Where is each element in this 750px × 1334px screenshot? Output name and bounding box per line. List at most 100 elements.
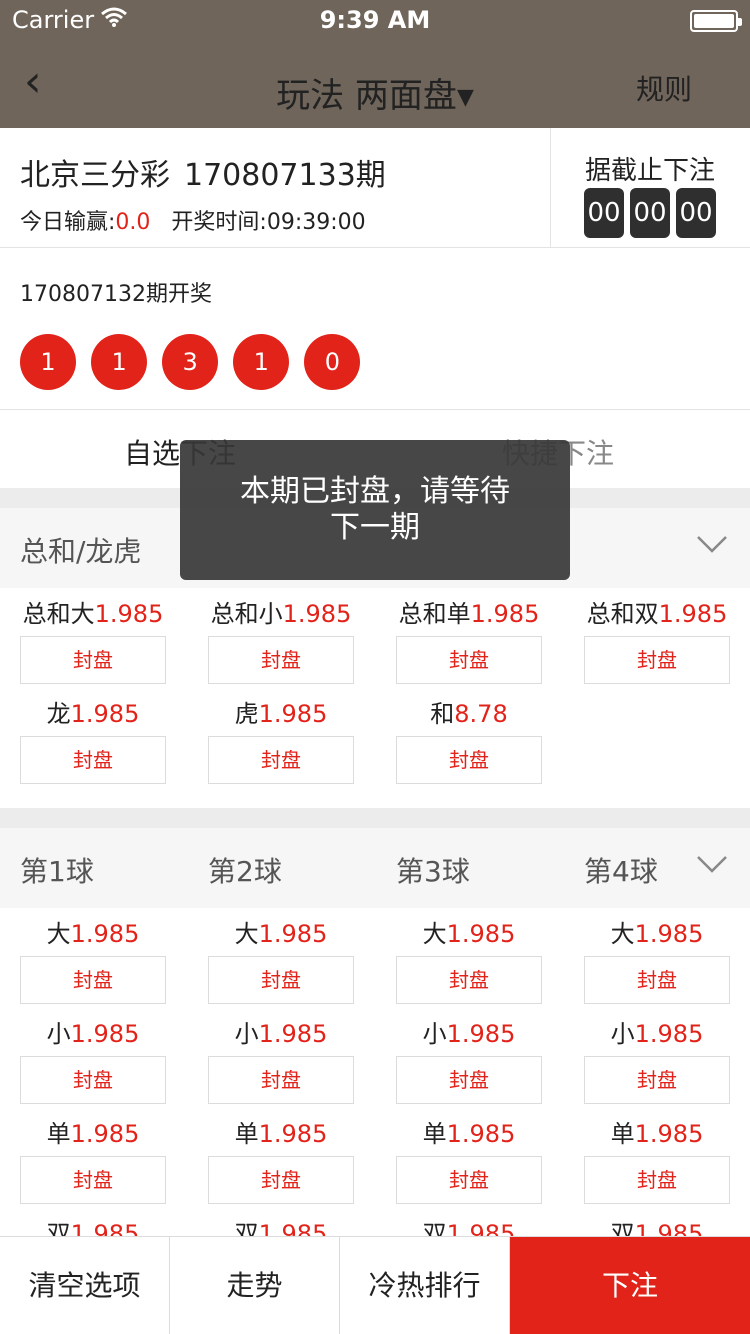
closed-toast: 本期已封盘，请等待 下一期 bbox=[180, 440, 570, 580]
bet-option: 单1.985 封盘 bbox=[584, 1114, 730, 1204]
option-label: 小1.985 bbox=[46, 1020, 140, 1048]
draw-ball: 1 bbox=[20, 334, 76, 390]
section-title: 总和/龙虎 bbox=[20, 535, 142, 568]
today-value: 0.0 bbox=[115, 210, 151, 235]
toast-line-2: 下一期 bbox=[330, 510, 420, 545]
closed-button[interactable]: 封盘 bbox=[584, 1156, 730, 1204]
status-time: 9:39 AM bbox=[319, 6, 431, 34]
option-label: 单1.985 bbox=[234, 1120, 328, 1148]
closed-button[interactable]: 封盘 bbox=[208, 956, 354, 1004]
closed-button[interactable]: 封盘 bbox=[396, 736, 542, 784]
closed-button[interactable]: 封盘 bbox=[20, 1156, 166, 1204]
countdown-minutes: 00 bbox=[630, 188, 670, 238]
option-label: 总和小1.985 bbox=[210, 600, 352, 628]
closed-button[interactable]: 封盘 bbox=[584, 1056, 730, 1104]
closed-button[interactable]: 封盘 bbox=[584, 636, 730, 684]
option-label: 总和双1.985 bbox=[586, 600, 728, 628]
last-draw-label: 170807132期开奖 bbox=[20, 282, 212, 307]
option-label: 大1.985 bbox=[46, 920, 140, 948]
draw-ball: 1 bbox=[233, 334, 290, 390]
bet-option: 单1.985 封盘 bbox=[20, 1114, 166, 1204]
bet-option: 总和小1.985 封盘 bbox=[208, 594, 354, 684]
bottom-action-bar: 清空选项 走势 冷热排行 下注 bbox=[0, 1236, 750, 1334]
status-bar: Carrier 9:39 AM bbox=[0, 0, 750, 40]
toast-line-1: 本期已封盘，请等待 bbox=[240, 474, 510, 509]
option-label: 大1.985 bbox=[234, 920, 328, 948]
deadline-label: 据截止下注 bbox=[584, 156, 715, 186]
closed-button[interactable]: 封盘 bbox=[208, 1156, 354, 1204]
section-balls-header[interactable]: 第1球 第2球 第3球 第4球 bbox=[0, 828, 750, 908]
option-label: 大1.985 bbox=[422, 920, 516, 948]
bet-option: 小1.985 封盘 bbox=[396, 1014, 542, 1104]
closed-button[interactable]: 封盘 bbox=[396, 636, 542, 684]
option-label: 虎1.985 bbox=[234, 700, 328, 728]
chevron-down-icon[interactable] bbox=[696, 528, 728, 561]
closed-button[interactable]: 封盘 bbox=[20, 956, 166, 1004]
option-label: 小1.985 bbox=[422, 1020, 516, 1048]
draw-ball: 0 bbox=[304, 334, 361, 390]
closed-button[interactable]: 封盘 bbox=[584, 956, 730, 1004]
caret-down-icon: ▼ bbox=[456, 85, 474, 110]
option-label: 单1.985 bbox=[422, 1120, 516, 1148]
countdown: 00 00 00 bbox=[584, 188, 722, 238]
battery-icon bbox=[690, 10, 742, 32]
closed-button[interactable]: 封盘 bbox=[396, 1056, 542, 1104]
nav-bar: ‹ 玩法 两面盘▼ 规则 bbox=[0, 40, 750, 128]
chevron-down-icon[interactable] bbox=[696, 848, 728, 881]
bet-option: 大1.985 封盘 bbox=[584, 914, 730, 1004]
bet-option: 总和双1.985 封盘 bbox=[584, 594, 730, 684]
page-title: 玩法 两面盘 bbox=[276, 76, 457, 116]
place-bet-button[interactable]: 下注 bbox=[510, 1237, 750, 1334]
draw-ball: 3 bbox=[162, 334, 219, 390]
clear-options-button[interactable]: 清空选项 bbox=[0, 1237, 170, 1334]
closed-button[interactable]: 封盘 bbox=[208, 1056, 354, 1104]
closed-button[interactable]: 封盘 bbox=[208, 636, 354, 684]
bet-option: 龙1.985 封盘 bbox=[20, 694, 166, 784]
column-title-ball-3: 第3球 bbox=[396, 855, 470, 888]
closed-button[interactable]: 封盘 bbox=[20, 636, 166, 684]
today-label: 今日输赢: bbox=[20, 210, 116, 235]
countdown-hours: 00 bbox=[584, 188, 624, 238]
hot-cold-ranking-button[interactable]: 冷热排行 bbox=[340, 1237, 510, 1334]
column-title-ball-2: 第2球 bbox=[208, 855, 282, 888]
bet-option: 小1.985 封盘 bbox=[584, 1014, 730, 1104]
issue-number: 170807133期 bbox=[184, 158, 386, 193]
closed-button[interactable]: 封盘 bbox=[20, 736, 166, 784]
closed-button[interactable]: 封盘 bbox=[396, 956, 542, 1004]
bet-option: 大1.985 封盘 bbox=[20, 914, 166, 1004]
closed-button[interactable]: 封盘 bbox=[20, 1056, 166, 1104]
bet-option: 单1.985 封盘 bbox=[208, 1114, 354, 1204]
bet-option: 小1.985 封盘 bbox=[208, 1014, 354, 1104]
bet-option: 大1.985 封盘 bbox=[208, 914, 354, 1004]
draw-ball: 1 bbox=[91, 334, 148, 390]
option-label: 小1.985 bbox=[610, 1020, 704, 1048]
option-label: 和8.78 bbox=[430, 700, 508, 728]
divider bbox=[550, 128, 551, 248]
bet-option: 和8.78 封盘 bbox=[396, 694, 542, 784]
last-draw: 170807132期开奖 1 1 3 1 0 bbox=[0, 248, 750, 410]
column-title-ball-1: 第1球 bbox=[20, 855, 94, 888]
option-label: 大1.985 bbox=[610, 920, 704, 948]
option-label: 龙1.985 bbox=[46, 700, 140, 728]
bet-option: 虎1.985 封盘 bbox=[208, 694, 354, 784]
option-label: 单1.985 bbox=[46, 1120, 140, 1148]
countdown-seconds: 00 bbox=[676, 188, 716, 238]
draw-balls: 1 1 3 1 0 bbox=[20, 334, 370, 390]
closed-button[interactable]: 封盘 bbox=[396, 1156, 542, 1204]
option-label: 总和单1.985 bbox=[398, 600, 540, 628]
section-gap bbox=[0, 808, 750, 828]
rules-button[interactable]: 规则 bbox=[636, 68, 692, 108]
bet-option: 大1.985 封盘 bbox=[396, 914, 542, 1004]
option-label: 单1.985 bbox=[610, 1120, 704, 1148]
game-name: 北京三分彩 bbox=[20, 158, 170, 193]
closed-button[interactable]: 封盘 bbox=[208, 736, 354, 784]
bet-option: 总和单1.985 封盘 bbox=[396, 594, 542, 684]
option-label: 总和大1.985 bbox=[22, 600, 164, 628]
option-label: 小1.985 bbox=[234, 1020, 328, 1048]
bet-option: 小1.985 封盘 bbox=[20, 1014, 166, 1104]
game-title: 北京三分彩 170807133期 bbox=[20, 150, 386, 194]
game-subinfo: 今日输赢:0.0 开奖时间:09:39:00 bbox=[20, 204, 366, 236]
trend-button[interactable]: 走势 bbox=[170, 1237, 340, 1334]
top-bar: Carrier 9:39 AM ‹ 玩法 两面盘▼ 规则 bbox=[0, 0, 750, 128]
bet-option: 总和大1.985 封盘 bbox=[20, 594, 166, 684]
